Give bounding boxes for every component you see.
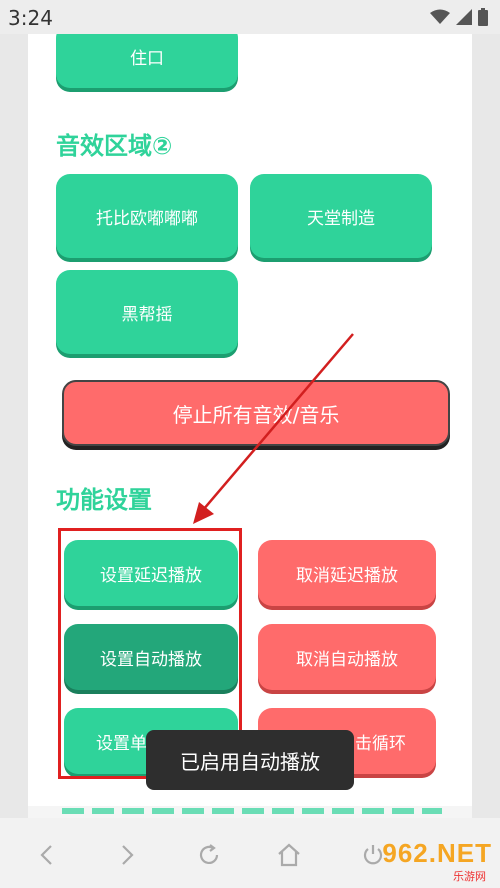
- refresh-icon: [199, 844, 219, 864]
- toast-notification: 已启用自动播放: [146, 730, 354, 790]
- watermark: 962.NET 乐游网: [382, 838, 492, 883]
- forward-button[interactable]: [110, 838, 144, 872]
- back-icon: [40, 845, 52, 865]
- toast-message: 已启用自动播放: [180, 749, 320, 774]
- home-button[interactable]: [272, 838, 306, 872]
- forward-icon: [122, 845, 134, 865]
- home-icon: [278, 843, 300, 867]
- refresh-button[interactable]: [192, 838, 226, 872]
- back-button[interactable]: [30, 838, 64, 872]
- watermark-sub: 乐游网: [453, 870, 486, 883]
- watermark-brand: 962.NET: [382, 838, 492, 868]
